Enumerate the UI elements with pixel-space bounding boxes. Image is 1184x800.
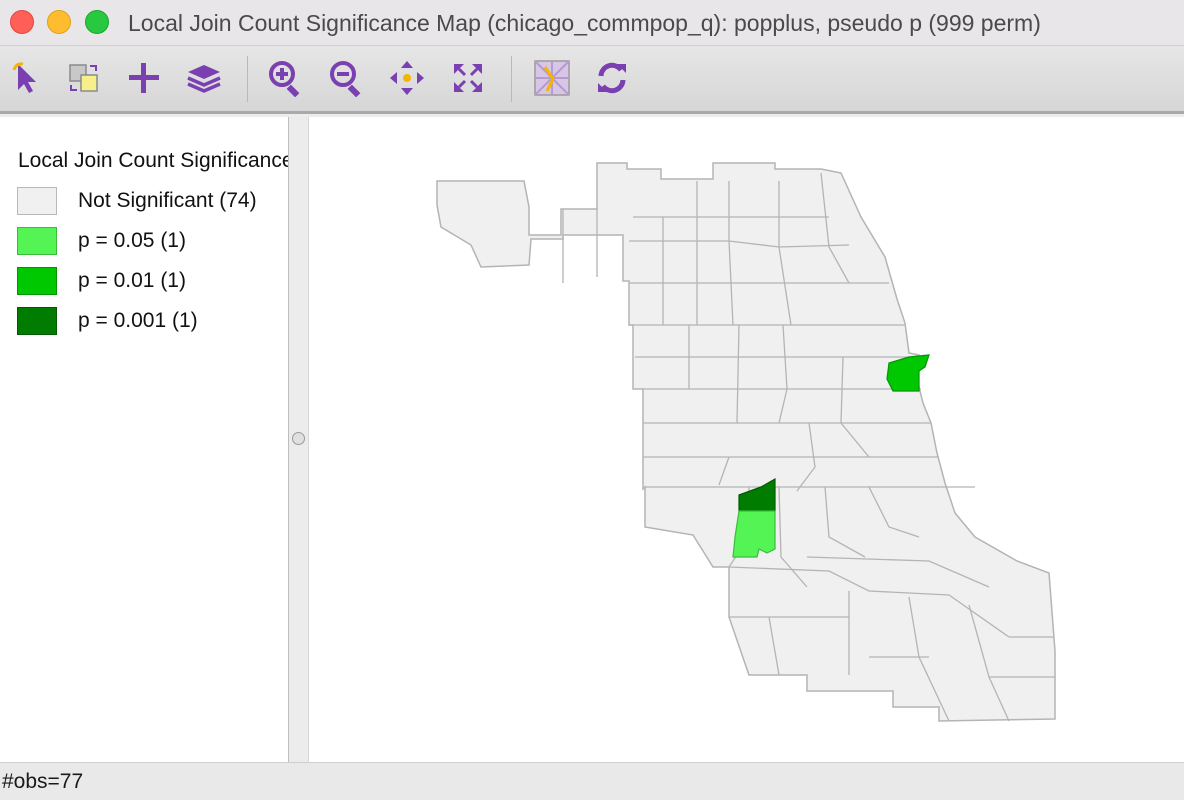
legend-label: p = 0.001 (1): [78, 309, 198, 332]
pan-icon: [390, 61, 424, 95]
legend-swatch: [17, 227, 57, 255]
layers-icon: [187, 65, 221, 93]
toolbar-separator: [511, 56, 512, 102]
fit-extent-icon: [454, 64, 482, 92]
add-layer-button[interactable]: [124, 58, 164, 98]
fit-extent-button[interactable]: [448, 58, 488, 98]
zoom-out-button[interactable]: [327, 58, 367, 98]
add-layer-plus-icon: [129, 63, 159, 93]
map-canvas[interactable]: [309, 117, 1184, 762]
select-pointer-button[interactable]: [6, 58, 46, 98]
map-toolbar: [0, 46, 1184, 114]
legend-label: Not Significant (74): [78, 189, 257, 212]
area-p005[interactable]: [732, 510, 776, 558]
legend-swatch: [17, 267, 57, 295]
legend-label: p = 0.01 (1): [78, 269, 186, 292]
legend-swatch: [17, 307, 57, 335]
city-outline: [436, 162, 1056, 722]
toolbar-separator: [247, 56, 248, 102]
close-window-button[interactable]: [10, 10, 34, 34]
chicago-map: [436, 162, 1056, 722]
minimize-window-button[interactable]: [47, 10, 71, 34]
basemap-icon: [534, 60, 570, 96]
observation-count: #obs=77: [2, 770, 84, 793]
basemap-button[interactable]: [532, 58, 572, 98]
splitter-handle[interactable]: [292, 432, 305, 445]
panel-splitter[interactable]: [289, 117, 309, 762]
selection-mode-button[interactable]: [64, 58, 104, 98]
zoom-in-icon: [269, 61, 300, 97]
zoom-out-icon: [330, 61, 361, 97]
maximize-window-button[interactable]: [85, 10, 109, 34]
refresh-icon: [598, 62, 626, 94]
select-pointer-icon: [12, 62, 36, 93]
legend-label: p = 0.05 (1): [78, 229, 186, 252]
refresh-button[interactable]: [592, 58, 632, 98]
layers-button[interactable]: [184, 58, 224, 98]
zoom-in-button[interactable]: [266, 58, 306, 98]
status-bar: #obs=77: [0, 762, 1184, 800]
window-title: Local Join Count Significance Map (chica…: [128, 10, 1041, 36]
selection-mode-icon: [69, 64, 98, 92]
legend-panel[interactable]: Local Join Count Significance Not Signif…: [0, 117, 289, 762]
legend-title: Local Join Count Significance: [18, 149, 288, 172]
title-bar: Local Join Count Significance Map (chica…: [0, 0, 1184, 46]
pan-button[interactable]: [387, 58, 427, 98]
legend-swatch: [17, 187, 57, 215]
